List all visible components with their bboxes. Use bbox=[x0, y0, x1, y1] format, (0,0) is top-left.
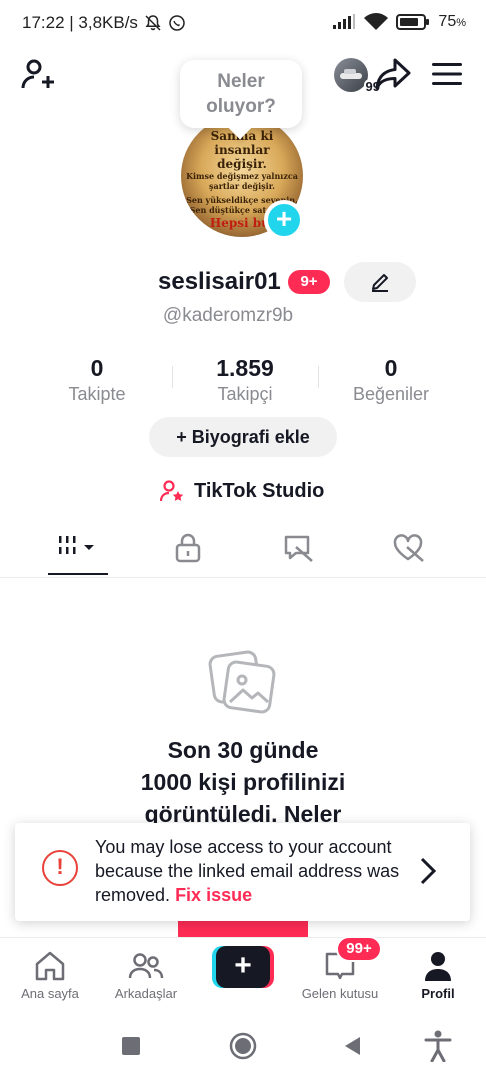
email-warning-banner[interactable]: ! You may lose access to your account be… bbox=[15, 823, 470, 921]
battery-icon bbox=[396, 14, 430, 30]
friends-icon bbox=[128, 953, 164, 979]
profile-icon bbox=[425, 952, 451, 981]
fix-issue-link[interactable]: Fix issue bbox=[175, 885, 252, 905]
bottom-nav: Ana sayfa Arkadaşlar + Gelen kutusu 99+ … bbox=[0, 936, 486, 1009]
bell-off-icon bbox=[145, 15, 161, 31]
stat-divider bbox=[172, 366, 173, 388]
studio-user-star-icon bbox=[160, 480, 184, 502]
battery-level: 75% bbox=[438, 13, 466, 30]
accessibility-icon[interactable] bbox=[424, 1030, 452, 1062]
profile-tabs bbox=[0, 520, 486, 578]
wifi-icon bbox=[364, 13, 389, 30]
note-bubble[interactable]: Neler oluyor? bbox=[180, 60, 302, 128]
hamburger-menu-icon bbox=[432, 63, 462, 85]
nav-profile[interactable]: Profil bbox=[408, 946, 468, 1001]
username: seslisair01 bbox=[158, 268, 281, 295]
username-badge[interactable]: 9+ bbox=[288, 270, 330, 294]
empty-state-title: Son 30 günde 1000 kişi profilinizi görün… bbox=[140, 737, 346, 827]
stat-likes[interactable]: 0 Beğeniler bbox=[326, 354, 456, 406]
active-tab-indicator bbox=[48, 573, 108, 575]
signal-icon bbox=[333, 14, 356, 29]
stories-avatar[interactable]: 99 bbox=[334, 58, 382, 94]
menu-button[interactable] bbox=[430, 56, 464, 92]
share-profile-button[interactable] bbox=[374, 56, 412, 92]
status-bar: 17:22 | 3,8KB/s 75% bbox=[0, 0, 486, 48]
repost-hidden-icon bbox=[284, 535, 313, 562]
status-left: 17:22 | 3,8KB/s bbox=[22, 13, 186, 33]
nav-friends[interactable]: Arkadaşlar bbox=[104, 946, 188, 1001]
stats-row: 0 Takipte 1.859 Takipçi 0 Beğeniler bbox=[0, 354, 486, 406]
add-friend-button[interactable] bbox=[20, 56, 56, 92]
nav-profile-label: Profil bbox=[421, 986, 455, 1001]
back-icon[interactable] bbox=[343, 1036, 361, 1056]
username-row: seslisair01 9+ bbox=[0, 262, 486, 302]
nav-home-label: Ana sayfa bbox=[21, 986, 79, 1001]
stat-following[interactable]: 0 Takipte bbox=[32, 354, 162, 406]
tiktok-studio-link[interactable]: TikTok Studio bbox=[160, 477, 324, 505]
android-system-nav bbox=[0, 1012, 486, 1080]
home-icon bbox=[35, 951, 65, 981]
create-button[interactable]: + bbox=[212, 946, 274, 988]
whatsapp-icon bbox=[169, 15, 185, 31]
car-thumbnail-icon bbox=[340, 69, 362, 79]
recent-apps-icon[interactable] bbox=[121, 1036, 141, 1056]
tab-reposts[interactable] bbox=[268, 526, 328, 570]
lock-icon bbox=[175, 533, 201, 563]
nav-friends-label: Arkadaşlar bbox=[114, 986, 178, 1001]
grid-videos-icon bbox=[59, 536, 94, 554]
warning-message: You may lose access to your account beca… bbox=[95, 837, 400, 905]
warning-icon: ! bbox=[42, 850, 78, 886]
add-avatar-button[interactable]: + bbox=[264, 200, 304, 240]
share-icon bbox=[375, 58, 411, 90]
note-line1: Neler bbox=[217, 71, 265, 92]
photos-placeholder-icon bbox=[208, 650, 276, 714]
inbox-badge: 99+ bbox=[336, 936, 382, 962]
nav-home[interactable]: Ana sayfa bbox=[12, 946, 88, 1001]
add-user-icon bbox=[21, 59, 54, 89]
note-line2: oluyor? bbox=[206, 96, 276, 117]
tab-private[interactable] bbox=[158, 526, 218, 570]
stat-divider bbox=[318, 366, 319, 388]
pencil-icon bbox=[372, 274, 388, 292]
nav-inbox-label: Gelen kutusu bbox=[301, 986, 379, 1001]
edit-profile-button[interactable] bbox=[344, 262, 416, 302]
heart-hidden-icon bbox=[393, 534, 424, 562]
status-time-speed: 17:22 | 3,8KB/s bbox=[22, 13, 138, 32]
studio-label: TikTok Studio bbox=[194, 479, 325, 502]
chevron-right-icon[interactable] bbox=[416, 851, 440, 891]
tab-liked[interactable] bbox=[378, 526, 438, 570]
user-handle: @kaderomzr9b bbox=[162, 305, 294, 326]
tab-videos[interactable] bbox=[48, 526, 108, 570]
status-right: 75% bbox=[332, 13, 466, 31]
home-circle-icon[interactable] bbox=[229, 1032, 257, 1060]
add-bio-button[interactable]: + Biyografi ekle bbox=[149, 417, 337, 457]
stat-followers[interactable]: 1.859 Takipçi bbox=[180, 354, 310, 406]
plus-icon: + bbox=[216, 946, 270, 988]
